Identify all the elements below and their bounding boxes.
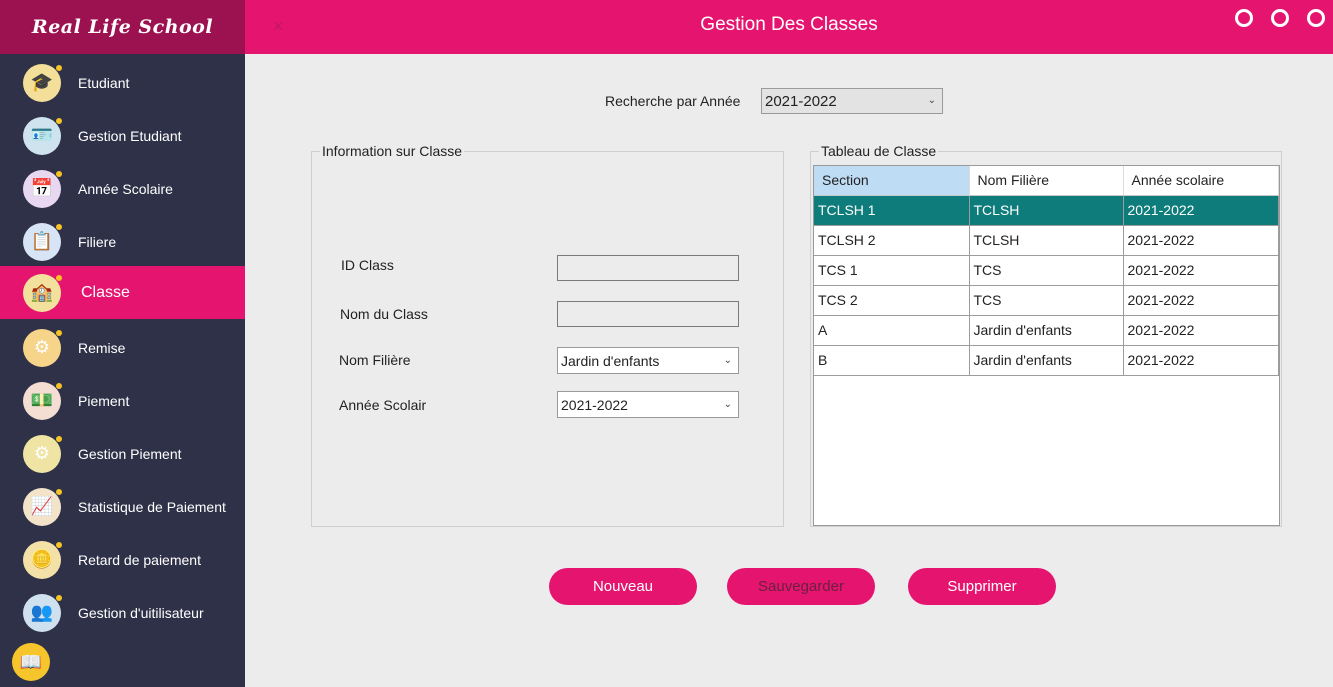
- table-cell: 2021-2022: [1123, 225, 1279, 256]
- sidebar: Real Life School 🎓 Etudiant 🪪 Gestion Et…: [0, 0, 245, 687]
- table-cell: Jardin d'enfants: [969, 345, 1124, 376]
- chevron-down-icon: ⌄: [723, 398, 732, 410]
- chevron-down-icon: ⌄: [723, 354, 732, 366]
- table-cell: TCS 1: [814, 255, 970, 286]
- table-cell: TCLSH: [969, 195, 1124, 226]
- table-cell: 2021-2022: [1123, 255, 1279, 286]
- users-icon: 👥: [23, 593, 62, 632]
- sidebar-item-retard[interactable]: 🪙 Retard de paiement: [0, 533, 245, 586]
- book-icon[interactable]: 📖: [12, 643, 50, 681]
- gear-checklist-icon: ⚙: [23, 434, 62, 473]
- table-row[interactable]: B Jardin d'enfants 2021-2022: [814, 345, 1279, 376]
- new-button[interactable]: Nouveau: [549, 568, 697, 605]
- sidebar-item-label: Retard de paiement: [78, 551, 201, 568]
- student-icon: 🎓: [23, 63, 62, 102]
- sidebar-item-label: Filiere: [78, 233, 117, 250]
- table-row[interactable]: TCS 2 TCS 2021-2022: [814, 285, 1279, 316]
- close-window-button[interactable]: [1307, 9, 1325, 27]
- table-cell: A: [814, 315, 970, 346]
- column-header-section[interactable]: Section: [814, 166, 970, 196]
- chart-board-icon: 📈: [23, 487, 62, 526]
- nom-filiere-value: Jardin d'enfants: [561, 352, 660, 369]
- minimize-button[interactable]: [1235, 9, 1253, 27]
- sidebar-item-classe[interactable]: 🏫 Classe: [0, 266, 245, 319]
- nom-class-label: Nom du Class: [340, 306, 428, 322]
- table-cell: TCLSH 2: [814, 225, 970, 256]
- table-cell: TCLSH 1: [814, 195, 970, 226]
- sidebar-item-label: Gestion d'uitilisateur: [78, 604, 204, 621]
- annee-scolair-select[interactable]: 2021-2022 ⌄: [557, 391, 739, 418]
- header-bar: × Gestion Des Classes: [245, 0, 1333, 54]
- search-year-label: Recherche par Année: [605, 93, 741, 109]
- id-card-icon: 🪪: [23, 116, 62, 155]
- delete-button[interactable]: Supprimer: [908, 568, 1056, 605]
- nom-class-field[interactable]: [557, 301, 739, 327]
- sidebar-item-gestion-piement[interactable]: ⚙ Gestion Piement: [0, 427, 245, 480]
- table-row[interactable]: TCLSH 1 TCLSH 2021-2022: [814, 195, 1279, 226]
- calendar-icon: 📅: [23, 169, 62, 208]
- table-row[interactable]: TCS 1 TCS 2021-2022: [814, 255, 1279, 286]
- column-header-filiere[interactable]: Nom Filière: [969, 166, 1124, 196]
- sidebar-item-label: Remise: [78, 339, 126, 356]
- sidebar-item-statistique[interactable]: 📈 Statistique de Paiement: [0, 480, 245, 533]
- clipboard-icon: 📋: [23, 222, 62, 261]
- nom-filiere-label: Nom Filière: [339, 352, 411, 368]
- sidebar-item-label: Année Scolaire: [78, 180, 173, 197]
- chevron-down-icon: ⌄: [927, 94, 936, 106]
- id-class-field[interactable]: [557, 255, 739, 281]
- table-header-row: Section Nom Filière Année scolaire: [814, 166, 1279, 196]
- nom-filiere-select[interactable]: Jardin d'enfants ⌄: [557, 347, 739, 374]
- table-cell: 2021-2022: [1123, 315, 1279, 346]
- sidebar-item-etudiant[interactable]: 🎓 Etudiant: [0, 56, 245, 109]
- table-row[interactable]: A Jardin d'enfants 2021-2022: [814, 315, 1279, 346]
- classroom-icon: 🏫: [23, 273, 62, 312]
- discount-icon: ⚙: [23, 328, 62, 367]
- sidebar-item-remise[interactable]: ⚙ Remise: [0, 321, 245, 374]
- search-year-value: 2021-2022: [765, 92, 837, 110]
- table-cell: TCLSH: [969, 225, 1124, 256]
- table-cell: 2021-2022: [1123, 195, 1279, 226]
- search-year-select[interactable]: 2021-2022 ⌄: [761, 88, 943, 114]
- annee-scolair-value: 2021-2022: [561, 396, 628, 413]
- sidebar-item-label: Etudiant: [78, 74, 130, 91]
- money-icon: 💵: [23, 381, 62, 420]
- sidebar-item-gestion-etudiant[interactable]: 🪪 Gestion Etudiant: [0, 109, 245, 162]
- table-cell: Jardin d'enfants: [969, 315, 1124, 346]
- class-table[interactable]: Section Nom Filière Année scolaire TCLSH…: [813, 165, 1280, 526]
- table-cell: TCS: [969, 285, 1124, 316]
- sidebar-item-filiere[interactable]: 📋 Filiere: [0, 215, 245, 268]
- sidebar-item-utilisateur[interactable]: 👥 Gestion d'uitilisateur: [0, 586, 245, 639]
- table-row[interactable]: TCLSH 2 TCLSH 2021-2022: [814, 225, 1279, 256]
- sidebar-item-label: Statistique de Paiement: [78, 498, 226, 515]
- table-cell: TCS 2: [814, 285, 970, 316]
- table-cell: B: [814, 345, 970, 376]
- annee-scolair-label: Année Scolair: [339, 397, 427, 413]
- table-cell: TCS: [969, 255, 1124, 286]
- class-info-legend: Information sur Classe: [320, 143, 465, 159]
- coin-hand-icon: 🪙: [23, 540, 62, 579]
- sidebar-item-label: Gestion Piement: [78, 445, 182, 462]
- id-class-label: ID Class: [341, 257, 394, 273]
- table-cell: 2021-2022: [1123, 345, 1279, 376]
- sidebar-item-piement[interactable]: 💵 Piement: [0, 374, 245, 427]
- page-title: Gestion Des Classes: [700, 14, 878, 35]
- save-button[interactable]: Sauvegarder: [727, 568, 875, 605]
- sidebar-item-annee-scolaire[interactable]: 📅 Année Scolaire: [0, 162, 245, 215]
- sidebar-item-label: Classe: [81, 283, 130, 301]
- app-brand: Real Life School: [0, 0, 245, 54]
- column-header-annee[interactable]: Année scolaire: [1123, 166, 1279, 196]
- class-table-legend: Tableau de Classe: [819, 143, 939, 159]
- sidebar-item-label: Piement: [78, 392, 130, 409]
- maximize-button[interactable]: [1271, 9, 1289, 27]
- sidebar-item-label: Gestion Etudiant: [78, 127, 182, 144]
- class-info-group: Information sur Classe: [311, 143, 784, 527]
- table-cell: 2021-2022: [1123, 285, 1279, 316]
